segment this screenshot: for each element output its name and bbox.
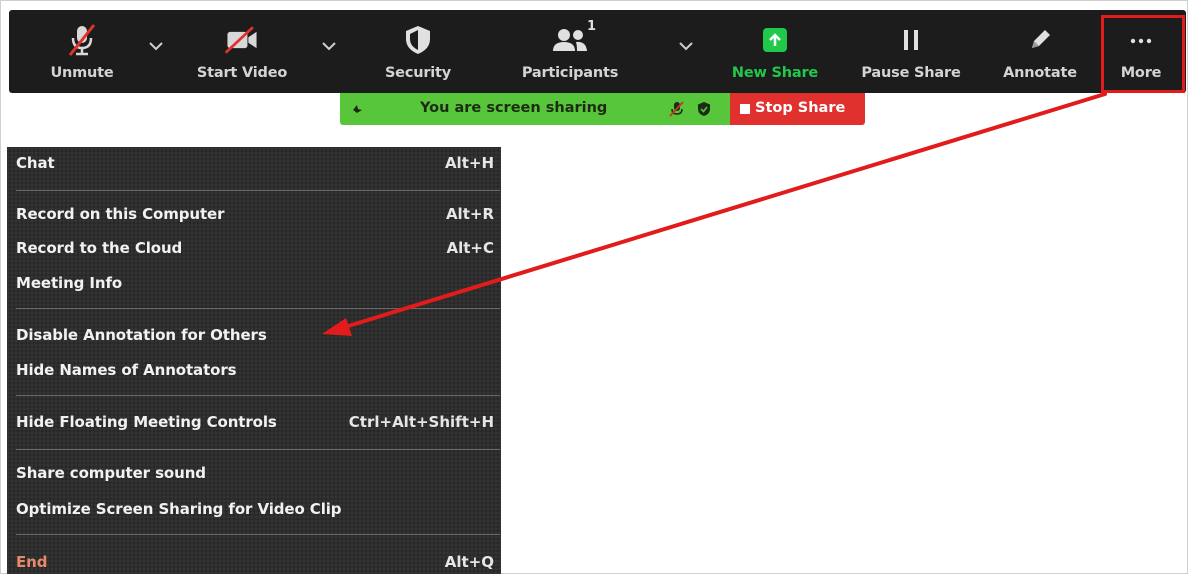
menu-item-label: Disable Annotation for Others (16, 326, 267, 344)
stop-share-label: Stop Share (755, 100, 846, 116)
menu-item-record-cloud[interactable]: Record to the Cloud Alt+C (7, 232, 501, 266)
video-off-icon (222, 25, 262, 55)
menu-item-shortcut: Alt+H (444, 154, 494, 172)
annotate-label: Annotate (1003, 65, 1077, 81)
menu-item-label: End (16, 553, 48, 571)
drag-handle-icon[interactable] (350, 101, 366, 117)
menu-item-shortcut: Ctrl+Alt+Shift+H (348, 413, 494, 431)
more-dropdown-menu: Chat Alt+H Record on this Computer Alt+R… (7, 147, 501, 574)
menu-item-label: Hide Names of Annotators (16, 361, 237, 379)
participants-count: 1 (586, 19, 596, 34)
unmute-button[interactable]: Unmute (27, 10, 137, 93)
shield-small-icon (698, 102, 710, 116)
menu-item-label: Hide Floating Meeting Controls (16, 413, 277, 431)
participants-icon: 1 (540, 19, 600, 55)
pause-icon (891, 25, 931, 55)
menu-item-record-computer[interactable]: Record on this Computer Alt+R (7, 198, 501, 232)
menu-separator (16, 190, 500, 191)
menu-separator (16, 534, 500, 535)
menu-item-label: Chat (16, 154, 55, 172)
stop-share-button[interactable]: Stop Share (730, 93, 865, 125)
more-highlight-box (1101, 15, 1185, 93)
menu-item-hide-floating-controls[interactable]: Hide Floating Meeting Controls Ctrl+Alt+… (7, 406, 501, 440)
muted-mic-small-icon (669, 101, 684, 117)
new-share-label: New Share (731, 65, 819, 81)
menu-item-end[interactable]: End Alt+Q (7, 546, 501, 580)
muted-mic-icon (62, 24, 102, 56)
audio-options-chevron-icon[interactable] (148, 40, 164, 52)
shield-icon (398, 25, 438, 55)
menu-item-share-computer-sound[interactable]: Share computer sound (7, 457, 501, 491)
sharing-status-text: You are screen sharing (420, 100, 608, 116)
menu-item-optimize-video-clip[interactable]: Optimize Screen Sharing for Video Clip (7, 493, 501, 527)
menu-item-shortcut: Alt+C (446, 239, 495, 257)
security-label: Security (384, 65, 452, 81)
meeting-toolbar: Unmute Start Video Security 1 Participan… (9, 10, 1186, 93)
screen-sharing-banner: You are screen sharing Stop Share (340, 93, 865, 125)
sharing-status-bar[interactable]: You are screen sharing (340, 93, 730, 125)
start-video-label: Start Video (196, 65, 288, 81)
menu-item-disable-annotation[interactable]: Disable Annotation for Others (7, 319, 501, 353)
pause-share-label: Pause Share (861, 65, 961, 81)
participants-label: Participants (521, 65, 619, 81)
menu-item-label: Share computer sound (16, 464, 206, 482)
annotate-button[interactable]: Annotate (985, 10, 1095, 93)
participants-button[interactable]: 1 Participants (515, 10, 625, 93)
menu-item-meeting-info[interactable]: Meeting Info (7, 267, 501, 301)
participants-options-chevron-icon[interactable] (678, 40, 694, 52)
unmute-label: Unmute (50, 65, 114, 81)
menu-item-label: Record on this Computer (16, 205, 225, 223)
menu-item-shortcut: Alt+R (445, 205, 494, 223)
security-button[interactable]: Security (363, 10, 473, 93)
menu-item-chat[interactable]: Chat Alt+H (7, 147, 501, 181)
menu-item-label: Record to the Cloud (16, 239, 183, 257)
pause-share-button[interactable]: Pause Share (856, 10, 966, 93)
menu-item-label: Optimize Screen Sharing for Video Clip (16, 500, 342, 518)
menu-item-shortcut: Alt+Q (444, 553, 494, 571)
menu-separator (16, 449, 500, 450)
new-share-button[interactable]: New Share (720, 10, 830, 93)
stop-square-icon (740, 104, 750, 114)
pencil-icon (1020, 25, 1060, 55)
menu-separator (16, 395, 500, 396)
menu-item-label: Meeting Info (16, 274, 123, 292)
video-options-chevron-icon[interactable] (321, 40, 337, 52)
share-up-arrow-icon (755, 25, 795, 55)
menu-item-hide-annotator-names[interactable]: Hide Names of Annotators (7, 354, 501, 388)
start-video-button[interactable]: Start Video (187, 10, 297, 93)
menu-separator (16, 308, 500, 309)
